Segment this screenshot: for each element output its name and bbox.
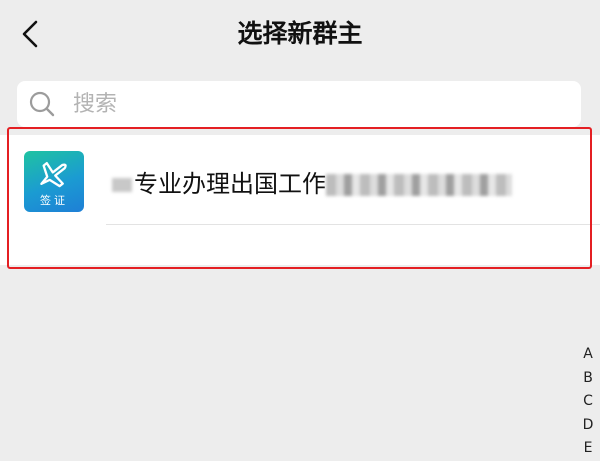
page-title: 选择新群主 <box>237 19 363 48</box>
alphabet-index[interactable]: A B C D E <box>578 343 598 461</box>
chevron-left-icon <box>22 20 38 48</box>
nav-bar: 选择新群主 <box>0 0 600 68</box>
index-letter[interactable]: D <box>578 414 598 438</box>
highlight-box <box>7 127 592 269</box>
index-letter[interactable]: B <box>578 367 598 391</box>
index-letter[interactable]: C <box>578 390 598 414</box>
search-bar[interactable] <box>17 81 581 127</box>
search-input[interactable] <box>71 90 555 118</box>
search-icon <box>27 89 57 119</box>
back-button[interactable] <box>10 14 50 54</box>
index-letter[interactable]: A <box>578 343 598 367</box>
